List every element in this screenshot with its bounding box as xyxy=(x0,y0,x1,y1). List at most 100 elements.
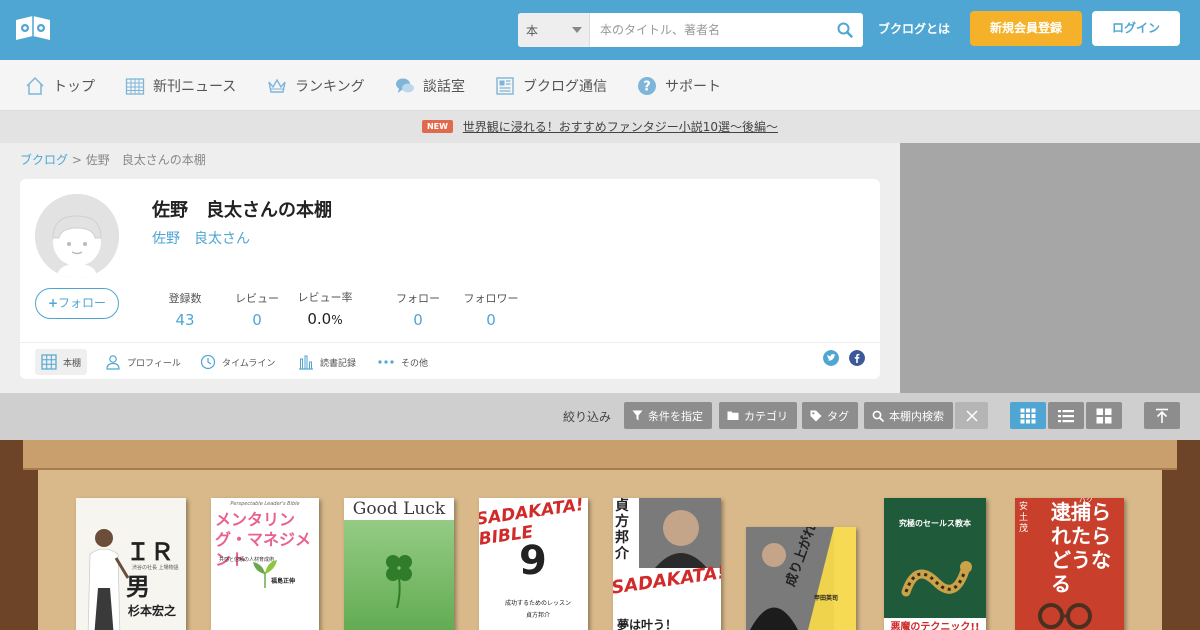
filter-tag-button[interactable]: タグ xyxy=(802,402,858,429)
twitter-icon[interactable] xyxy=(823,350,839,366)
card-divider xyxy=(20,342,880,343)
book-top-text: Perspectable Leader's Bible xyxy=(230,501,300,507)
search-category-select[interactable]: 本 xyxy=(518,13,590,47)
nav-item-top[interactable]: トップ xyxy=(25,60,95,111)
tab-profile[interactable]: プロフィール xyxy=(99,349,187,375)
scroll-top-button[interactable] xyxy=(1144,402,1180,429)
filter-search-button[interactable]: 本棚内検索 xyxy=(864,402,953,429)
book-author: 杉本宏之 xyxy=(128,604,177,618)
stat-label: フォロー xyxy=(396,292,440,305)
clock-icon xyxy=(200,354,216,370)
view-tile-button[interactable] xyxy=(1086,402,1122,429)
new-badge: NEW xyxy=(421,120,453,133)
book-title: Good Luck xyxy=(344,498,454,520)
svg-text:?: ? xyxy=(643,79,651,94)
book-top-text: 貞方 邦介 xyxy=(615,498,629,562)
stat-value: 0 xyxy=(252,311,262,329)
book-cover[interactable]: 貞方 邦介 SADAKATA! 夢は叶う！ xyxy=(613,498,721,630)
tab-label: タイムライン xyxy=(222,358,276,369)
tab-label: 本棚 xyxy=(63,358,82,369)
nav-item-booklog-news[interactable]: ブクログ通信 xyxy=(495,60,607,111)
nav-item-support[interactable]: ? サポート xyxy=(637,60,721,111)
signup-button[interactable]: 新規会員登録 xyxy=(970,11,1082,46)
view-grid-button[interactable] xyxy=(1010,402,1046,429)
book-cover[interactable]: Good Luck xyxy=(344,498,454,630)
about-link[interactable]: ブクログとは xyxy=(878,20,950,37)
book-cover[interactable]: SADAKATA! BIBLE 9 成功するためのレッスン 貞方邦介 xyxy=(479,498,588,630)
arrow-up-icon xyxy=(1156,408,1168,423)
avatar[interactable] xyxy=(35,194,119,278)
stat-registered[interactable]: 登録数 43 xyxy=(165,290,205,329)
filter-label: 絞り込み xyxy=(563,410,612,424)
news-link[interactable]: 世界観に浸れる！おすすめファンタジー小説10選〜後編〜 xyxy=(463,120,778,134)
book-subtitle: 渋谷の社長 上場物語 xyxy=(132,565,179,571)
tab-reading-log[interactable]: 読書記録 xyxy=(292,349,362,375)
search-icon[interactable] xyxy=(837,22,853,38)
filter-category-button[interactable]: カテゴリ xyxy=(719,402,797,429)
more-icon xyxy=(378,360,394,364)
clear-filter-button[interactable] xyxy=(955,402,988,429)
help-icon: ? xyxy=(638,76,656,95)
main-nav: トップ 新刊ニュース ランキング 談話室 ブクログ通信 ? サポート xyxy=(0,60,1200,111)
nav-item-label: サポート xyxy=(665,78,721,95)
search-box: 本 xyxy=(518,13,863,47)
stat-follow[interactable]: フォロー 0 xyxy=(393,290,443,329)
newspaper-icon xyxy=(496,76,514,95)
tab-bookshelf[interactable]: 本棚 xyxy=(35,349,88,375)
handcuffs-icon xyxy=(1038,603,1092,629)
stat-value: 0 xyxy=(486,311,496,329)
crown-icon xyxy=(268,78,286,93)
breadcrumb-root-link[interactable]: ブクログ xyxy=(20,153,68,167)
chat-icon xyxy=(396,78,414,93)
book-cover[interactable]: 究極のセールス教本 悪魔のテクニック!! xyxy=(884,498,986,630)
search-icon xyxy=(872,410,884,422)
nav-item-ranking[interactable]: ランキング xyxy=(267,60,365,111)
stat-reviews[interactable]: レビュー 0 xyxy=(232,290,282,329)
book-title: 悪魔のテクニック!! xyxy=(884,618,986,630)
view-list-button[interactable] xyxy=(1048,402,1084,429)
search-category-value: 本 xyxy=(526,24,539,38)
filter-button-label: タグ xyxy=(827,409,849,423)
book-author: 安土茂 xyxy=(1019,502,1029,534)
stat-followers[interactable]: フォロワー 0 xyxy=(460,290,522,329)
tab-timeline[interactable]: タイムライン xyxy=(194,349,281,375)
page-title: 佐野 良太さんの本棚 xyxy=(152,200,332,221)
user-name-link[interactable]: 佐野 良太さん xyxy=(152,228,250,248)
default-avatar-icon xyxy=(35,194,119,278)
shelf-top xyxy=(23,440,1177,470)
book-cover[interactable]: Perspectable Leader's Bible メンタリング・マネジメン… xyxy=(211,498,319,630)
nav-item-new-releases[interactable]: 新刊ニュース xyxy=(125,60,236,111)
book-number: 9 xyxy=(519,538,547,584)
stat-label: レビュー率 xyxy=(297,291,353,304)
nav-item-label: 談話室 xyxy=(423,78,465,95)
search-input[interactable] xyxy=(590,13,830,47)
tile-view-icon xyxy=(1096,408,1112,423)
follow-button[interactable]: +フォロー xyxy=(35,288,119,319)
nav-item-lounge[interactable]: 談話室 xyxy=(395,60,465,111)
login-button[interactable]: ログイン xyxy=(1092,11,1180,46)
tab-more[interactable]: その他 xyxy=(371,349,434,375)
book-cover[interactable]: 成り上がれ! 甲田英司 xyxy=(746,527,856,630)
book-subtitle: 究極のセールス教本 xyxy=(899,519,971,528)
breadcrumb: ブクログ > 佐野 良太さんの本棚 xyxy=(20,151,206,168)
filter-condition-button[interactable]: 条件を指定 xyxy=(624,402,712,429)
filter-button-label: カテゴリ xyxy=(744,409,788,423)
stat-value: 0 xyxy=(413,311,423,329)
filter-bar: 絞り込み 条件を指定 カテゴリ タグ 本棚内検索 xyxy=(0,393,1200,440)
breadcrumb-current: 佐野 良太さんの本棚 xyxy=(85,153,206,167)
book-cover[interactable]: ＩＲ男 渋谷の社長 上場物語 杉本宏之 xyxy=(76,498,186,630)
stat-label: フォロワー xyxy=(463,292,519,305)
profile-card: +フォロー 佐野 良太さんの本棚 佐野 良太さん 登録数 43 レビュー 0 レ… xyxy=(20,179,880,379)
clover-icon xyxy=(386,555,412,608)
book-title: 逮捕られたらどうなる xyxy=(1051,500,1111,596)
follow-button-label: フォロー xyxy=(58,296,107,310)
nav-item-label: トップ xyxy=(53,78,95,95)
booklog-logo-icon[interactable] xyxy=(14,14,52,44)
nav-item-label: 新刊ニュース xyxy=(153,78,237,95)
book-subtitle: 成功するためのレッスン xyxy=(504,600,571,607)
grid-icon xyxy=(41,354,57,370)
facebook-icon[interactable] xyxy=(849,350,865,366)
tab-label: その他 xyxy=(401,358,429,369)
book-cover[interactable]: 安土茂 パク 逮捕られたらどうなる xyxy=(1015,498,1124,630)
ad-area[interactable] xyxy=(900,143,1200,393)
